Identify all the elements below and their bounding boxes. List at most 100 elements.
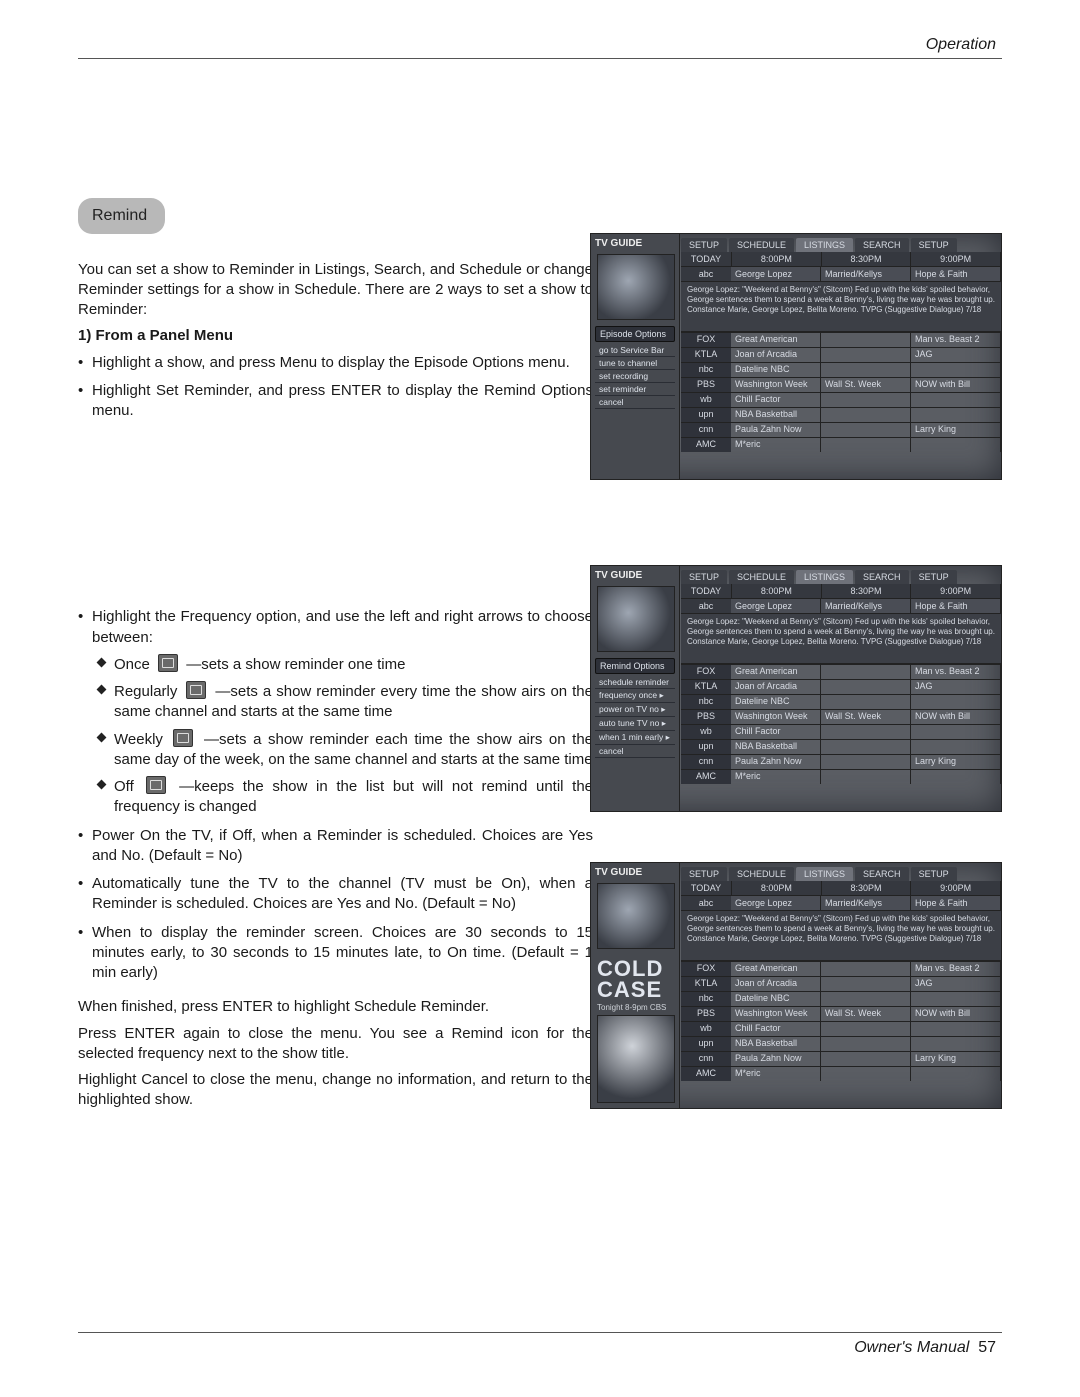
grid-cell: Paula Zahn Now — [731, 1052, 821, 1066]
remind-options-panel: Remind Options schedule reminder frequen… — [595, 658, 675, 758]
grid-cell: Paula Zahn Now — [731, 755, 821, 769]
grid-cell: M*eric — [731, 438, 821, 452]
bullet-item: Highlight Set Reminder, and press ENTER … — [78, 381, 593, 422]
intro-paragraph: You can set a show to Reminder in Listin… — [78, 260, 593, 321]
guide-tab-active: LISTINGS — [796, 570, 853, 584]
grid-cell — [821, 740, 911, 754]
grid-row: nbcDateline NBC — [681, 991, 1001, 1006]
grid-row: AMCM*eric — [681, 437, 1001, 452]
grid-cell — [911, 695, 1001, 709]
grid-cell — [821, 1037, 911, 1051]
grid-row: nbcDateline NBC — [681, 362, 1001, 377]
grid-channel: AMC — [681, 1067, 731, 1081]
grid-row: cnnPaula Zahn NowLarry King — [681, 422, 1001, 437]
grid-channel: FOX — [681, 333, 731, 347]
program-cell: Married/Kellys — [821, 599, 911, 613]
grid-cell: Wall St. Week — [821, 378, 911, 392]
reminder-regularly-icon — [186, 681, 206, 699]
grid-channel: cnn — [681, 755, 731, 769]
tv-guide-logo: TV GUIDE — [595, 570, 642, 581]
preview-thumbnail — [597, 883, 675, 949]
grid-channel: FOX — [681, 665, 731, 679]
tv-guide-logo: TV GUIDE — [595, 867, 642, 878]
grid-cell: Larry King — [911, 423, 1001, 437]
grid-cell: M*eric — [731, 770, 821, 784]
panel-item: schedule reminder — [595, 676, 675, 689]
grid-row: PBSWashington WeekWall St. WeekNOW with … — [681, 709, 1001, 724]
grid-channel: cnn — [681, 1052, 731, 1066]
time-today: TODAY — [681, 881, 732, 895]
grid-channel: wb — [681, 393, 731, 407]
freq-tail: —sets a show reminder one time — [186, 656, 405, 673]
grid-row: FOXGreat American Man vs. Beast 2 — [681, 664, 1001, 679]
guide-program-row: abc George Lopez Married/Kellys Hope & F… — [681, 266, 1001, 281]
grid-cell — [911, 363, 1001, 377]
grid-cell — [821, 408, 911, 422]
grid-cell — [821, 725, 911, 739]
grid-cell: Great American — [731, 665, 821, 679]
subheading-panel-menu: 1) From a Panel Menu — [78, 326, 593, 346]
reminder-off-icon — [146, 776, 166, 794]
grid-row: PBSWashington WeekWall St. WeekNOW with … — [681, 377, 1001, 392]
bullet-item: Power On the TV, if Off, when a Reminder… — [78, 826, 593, 867]
grid-row: upnNBA Basketball — [681, 1036, 1001, 1051]
program-cell: George Lopez — [731, 896, 821, 910]
tv-guide-figure-remind-options: TV GUIDE Remind Options schedule reminde… — [590, 565, 1002, 812]
bullet-list-a: Highlight a show, and press Menu to disp… — [78, 353, 593, 422]
time-cell: 8:00PM — [732, 584, 822, 598]
reminder-once-icon — [158, 654, 178, 672]
guide-tab: SCHEDULE — [729, 570, 794, 584]
guide-tab: SEARCH — [855, 570, 909, 584]
grid-cell — [821, 665, 911, 679]
preview-thumbnail — [597, 586, 675, 652]
bullet-item: Highlight the Frequency option, and use … — [78, 607, 593, 817]
grid-channel: PBS — [681, 1007, 731, 1021]
section-title-pill: Remind — [78, 198, 165, 234]
grid-cell — [821, 363, 911, 377]
guide-time-header: TODAY 8:00PM 8:30PM 9:00PM — [681, 881, 1001, 895]
guide-tab: SETUP — [911, 570, 957, 584]
grid-cell — [821, 333, 911, 347]
grid-cell: Larry King — [911, 755, 1001, 769]
grid-channel: upn — [681, 740, 731, 754]
grid-cell — [911, 393, 1001, 407]
grid-channel: KTLA — [681, 977, 731, 991]
grid-cell: NBA Basketball — [731, 1037, 821, 1051]
guide-description: George Lopez: "Weekend at Benny's" (Sitc… — [681, 910, 1001, 961]
tv-guide-figure-cold-case: TV GUIDE COLD CASE Tonight 8-9pm CBS SET… — [590, 862, 1002, 1109]
time-cell: 9:00PM — [911, 881, 1001, 895]
grid-cell: Man vs. Beast 2 — [911, 665, 1001, 679]
grid-cell — [821, 695, 911, 709]
grid-cell: NOW with Bill — [911, 378, 1001, 392]
grid-row: FOXGreat AmericanMan vs. Beast 2 — [681, 332, 1001, 347]
grid-row: cnnPaula Zahn NowLarry King — [681, 1051, 1001, 1066]
grid-row: KTLAJoan of ArcadiaJAG — [681, 976, 1001, 991]
bullet-item: Highlight a show, and press Menu to disp… — [78, 353, 593, 373]
panel-item: set recording — [595, 370, 675, 383]
guide-grid: FOXGreat AmericanMan vs. Beast 2KTLAJoan… — [681, 332, 1001, 452]
grid-channel: nbc — [681, 695, 731, 709]
grid-cell — [821, 977, 911, 991]
program-channel: abc — [681, 896, 731, 910]
freq-option-regularly: Regularly —sets a show reminder every ti… — [92, 681, 593, 723]
grid-cell: Joan of Arcadia — [731, 680, 821, 694]
grid-cell — [911, 408, 1001, 422]
grid-cell — [821, 438, 911, 452]
guide-tab: SEARCH — [855, 238, 909, 252]
reminder-weekly-icon — [173, 729, 193, 747]
grid-channel: wb — [681, 1022, 731, 1036]
grid-row: wbChill Factor — [681, 1021, 1001, 1036]
grid-cell — [821, 680, 911, 694]
footer-label: Owner's Manual 57 — [854, 1339, 996, 1357]
grid-cell: Dateline NBC — [731, 363, 821, 377]
freq-option-off: Off —keeps the show in the list but will… — [92, 776, 593, 818]
grid-row: upnNBA Basketball — [681, 739, 1001, 754]
bullet-item: Automatically tune the TV to the channel… — [78, 874, 593, 915]
panel-item: tune to channel — [595, 357, 675, 370]
guide-tab: SEARCH — [855, 867, 909, 881]
bullet-item: When to display the reminder screen. Cho… — [78, 923, 593, 984]
freq-option-weekly: Weekly —sets a show reminder each time t… — [92, 729, 593, 771]
grid-cell: Washington Week — [731, 1007, 821, 1021]
grid-row: wbChill Factor — [681, 392, 1001, 407]
guide-tab: SETUP — [681, 867, 727, 881]
